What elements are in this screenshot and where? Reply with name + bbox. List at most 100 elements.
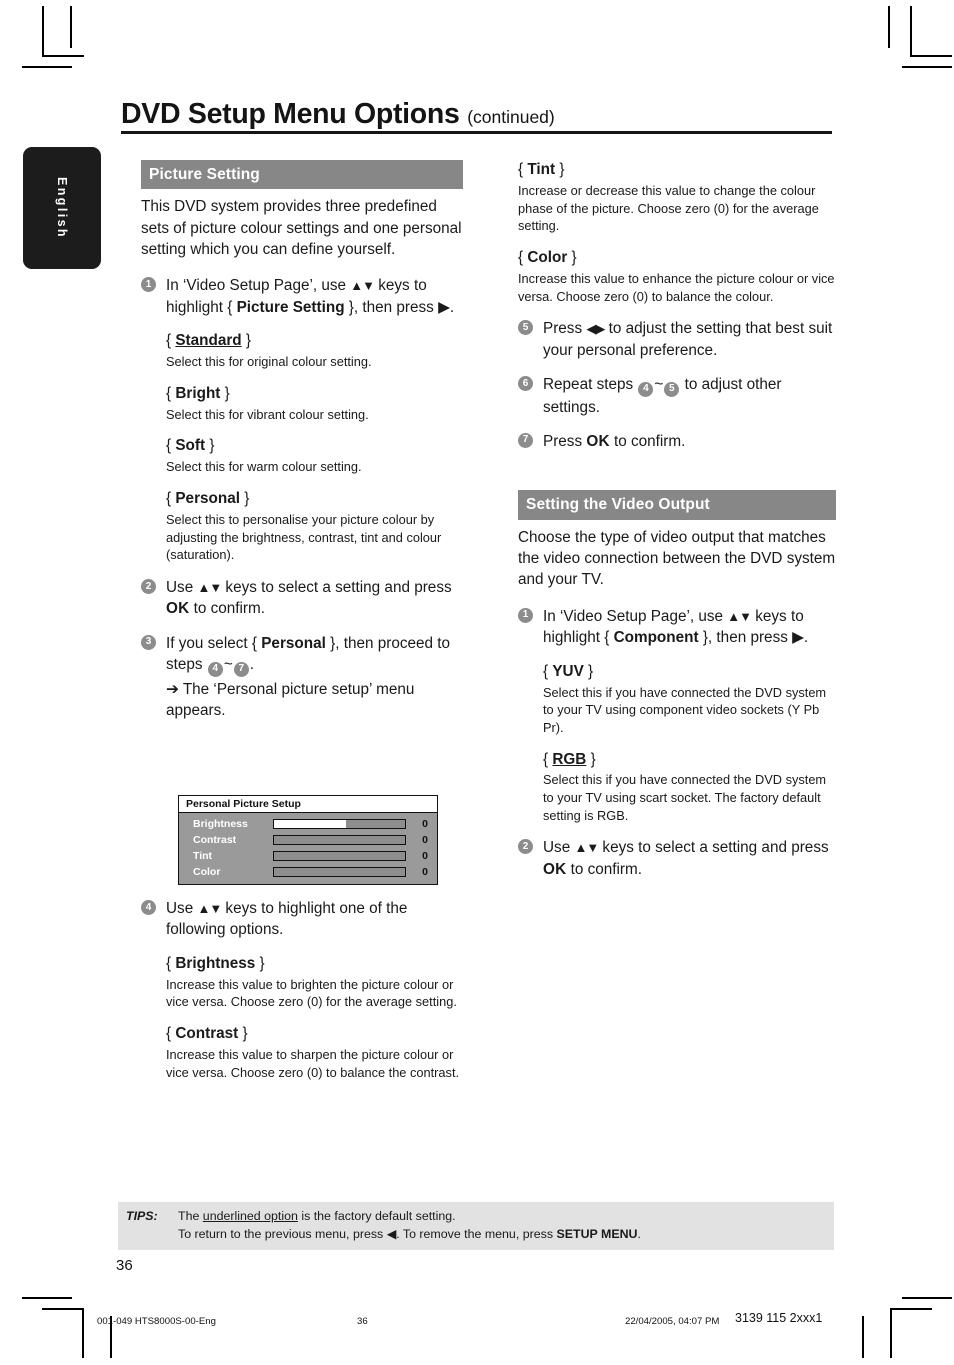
step-5-press-left-right: 5 Press ◀▶ to adjust the setting that be…: [518, 318, 836, 361]
step-ref-bullet: 7: [233, 661, 249, 677]
menu-item-name: Component: [613, 629, 699, 647]
language-tab-english: English: [23, 147, 101, 269]
osd-rows: Brightness 0 Contrast 0 Tint 0 Color 0: [179, 813, 437, 884]
step-text: keys to select a setting and press: [221, 579, 452, 597]
option-description: Select this for original colour setting.: [166, 354, 372, 370]
ok-button-label: OK: [166, 600, 190, 618]
osd-row-color[interactable]: Color 0: [185, 864, 431, 880]
osd-row-tint[interactable]: Tint 0: [185, 848, 431, 864]
ok-button-label: OK: [586, 432, 610, 450]
step-text: .: [449, 298, 455, 316]
step-text: .: [803, 629, 809, 647]
updown-keys-icon: ▲▼: [727, 608, 752, 624]
osd-slider-color[interactable]: [273, 867, 406, 877]
step-text: to confirm.: [189, 600, 266, 618]
step-text: }, then press: [344, 298, 439, 316]
step-text: Use: [166, 900, 198, 917]
step-3-personal-proceed: 3 If you select { Personal }, then proce…: [141, 633, 463, 722]
osd-slider-tint[interactable]: [273, 851, 406, 861]
step-text: to confirm.: [566, 860, 643, 878]
page-title: DVD Setup Menu Options (continued): [121, 98, 555, 131]
osd-row-label: Contrast: [193, 834, 237, 846]
tips-box: TIPS: The underlined option is the facto…: [118, 1202, 834, 1251]
range-tilde: ~: [654, 376, 664, 393]
step-text: keys to select a setting and press: [598, 839, 829, 857]
left-column-lower: 4 Use ▲▼ keys to highlight one of the fo…: [141, 898, 463, 1094]
step-ref-bullet: 4: [207, 661, 223, 677]
osd-menu-title: Personal Picture Setup: [179, 796, 437, 813]
print-footer-page: 36: [357, 1316, 368, 1327]
option-soft: { Soft } Select this for warm colour set…: [141, 436, 463, 476]
osd-row-contrast[interactable]: Contrast 0: [185, 832, 431, 848]
updown-keys-icon: ▲▼: [197, 580, 222, 596]
left-column: Picture Setting This DVD system provides…: [141, 160, 463, 735]
section-header-picture-setting: Picture Setting: [141, 160, 463, 190]
range-tilde: ~: [223, 656, 233, 674]
option-brightness: { Brightness } Increase this value to br…: [141, 954, 463, 1011]
option-description: Select this for vibrant colour setting.: [166, 406, 369, 422]
tips-label: TIPS:: [126, 1209, 158, 1223]
page-number: 36: [116, 1257, 133, 1274]
step-bullet: 5: [518, 320, 533, 336]
osd-row-label: Brightness: [193, 818, 248, 830]
osd-row-brightness[interactable]: Brightness 0: [185, 816, 431, 832]
osd-slider-contrast[interactable]: [273, 835, 406, 845]
right-column: { Tint } Increase or decrease this value…: [518, 160, 836, 893]
osd-row-value: 0: [422, 850, 428, 862]
step-bullet: 4: [141, 900, 156, 915]
option-description: Increase this value to brighten the pict…: [166, 976, 457, 1010]
step-bullet: 3: [141, 634, 156, 650]
section-header-video-output: Setting the Video Output: [518, 490, 836, 520]
option-bright: { Bright } Select this for vibrant colou…: [141, 384, 463, 424]
step-text: Use: [166, 579, 198, 597]
tips-underlined-option: underlined option: [202, 1209, 298, 1223]
video-output-intro: Choose the type of video output that mat…: [518, 528, 836, 589]
left-arrow-icon: ◀: [386, 1226, 397, 1241]
picture-setting-intro: This DVD system provides three predefine…: [141, 198, 462, 259]
option-name: Soft: [175, 437, 206, 455]
step-bullet: 2: [141, 579, 156, 595]
option-title: { RGB }: [543, 750, 596, 768]
option-description: Select this if you have connected the DV…: [543, 684, 827, 735]
menu-item-name: Personal: [261, 634, 326, 652]
step-text: In ‘Video Setup Page’, use: [543, 607, 728, 625]
step-ref-bullet: 5: [664, 381, 680, 397]
option-rgb: { RGB } Select this if you have connecte…: [518, 750, 836, 825]
step-text: If you select {: [166, 634, 262, 652]
option-title: { Color }: [518, 248, 577, 266]
option-name: Standard: [175, 332, 242, 350]
option-title: { YUV }: [543, 662, 594, 680]
osd-row-label: Tint: [193, 850, 213, 862]
print-footer-date: 22/04/2005, 04:07 PM: [625, 1316, 720, 1327]
osd-slider-fill: [274, 820, 347, 828]
option-name: Color: [527, 248, 568, 266]
ok-button-label: OK: [543, 860, 567, 878]
step-1-video-output: 1 In ‘Video Setup Page’, use ▲▼ keys to …: [518, 606, 836, 649]
print-footer-filename: 001-049 HTS8000S-00-Eng: [97, 1316, 216, 1327]
step-6-repeat-steps: 6 Repeat steps 4 ~5 to adjust other setti…: [518, 374, 836, 418]
tips-text: The underlined option is the factory def…: [178, 1209, 456, 1223]
option-standard: { Standard } Select this for original co…: [141, 331, 463, 371]
option-title: { Tint }: [518, 161, 565, 178]
updown-keys-icon: ▲▼: [350, 278, 375, 294]
step-4-highlight-option: 4 Use ▲▼ keys to highlight one of the fo…: [141, 898, 463, 941]
option-title: { Soft }: [166, 437, 215, 455]
menu-item-name: Picture Setting: [236, 298, 345, 316]
option-name: Brightness: [175, 954, 256, 972]
updown-keys-icon: ▲▼: [574, 840, 599, 856]
option-personal: { Personal } Select this to personalise …: [141, 489, 463, 564]
step-text: .: [249, 656, 254, 674]
step-text: Repeat steps: [543, 376, 638, 393]
leftright-keys-icon: ◀▶: [586, 321, 605, 337]
option-name: Tint: [527, 161, 556, 178]
osd-row-value: 0: [422, 866, 428, 878]
step-text: Use: [543, 839, 575, 857]
note-text: The ‘Personal picture setup’ menu appear…: [166, 680, 415, 720]
option-description: Increase or decrease this value to chang…: [518, 182, 819, 234]
osd-slider-brightness[interactable]: [273, 819, 406, 829]
step-bullet: 1: [518, 607, 533, 623]
right-arrow-icon: ▶: [438, 298, 450, 316]
step-bullet: 6: [518, 376, 533, 391]
option-title: { Standard }: [166, 332, 252, 350]
step-1-picture-setting: 1 In ‘Video Setup Page’, use ▲▼ keys to …: [141, 275, 463, 318]
